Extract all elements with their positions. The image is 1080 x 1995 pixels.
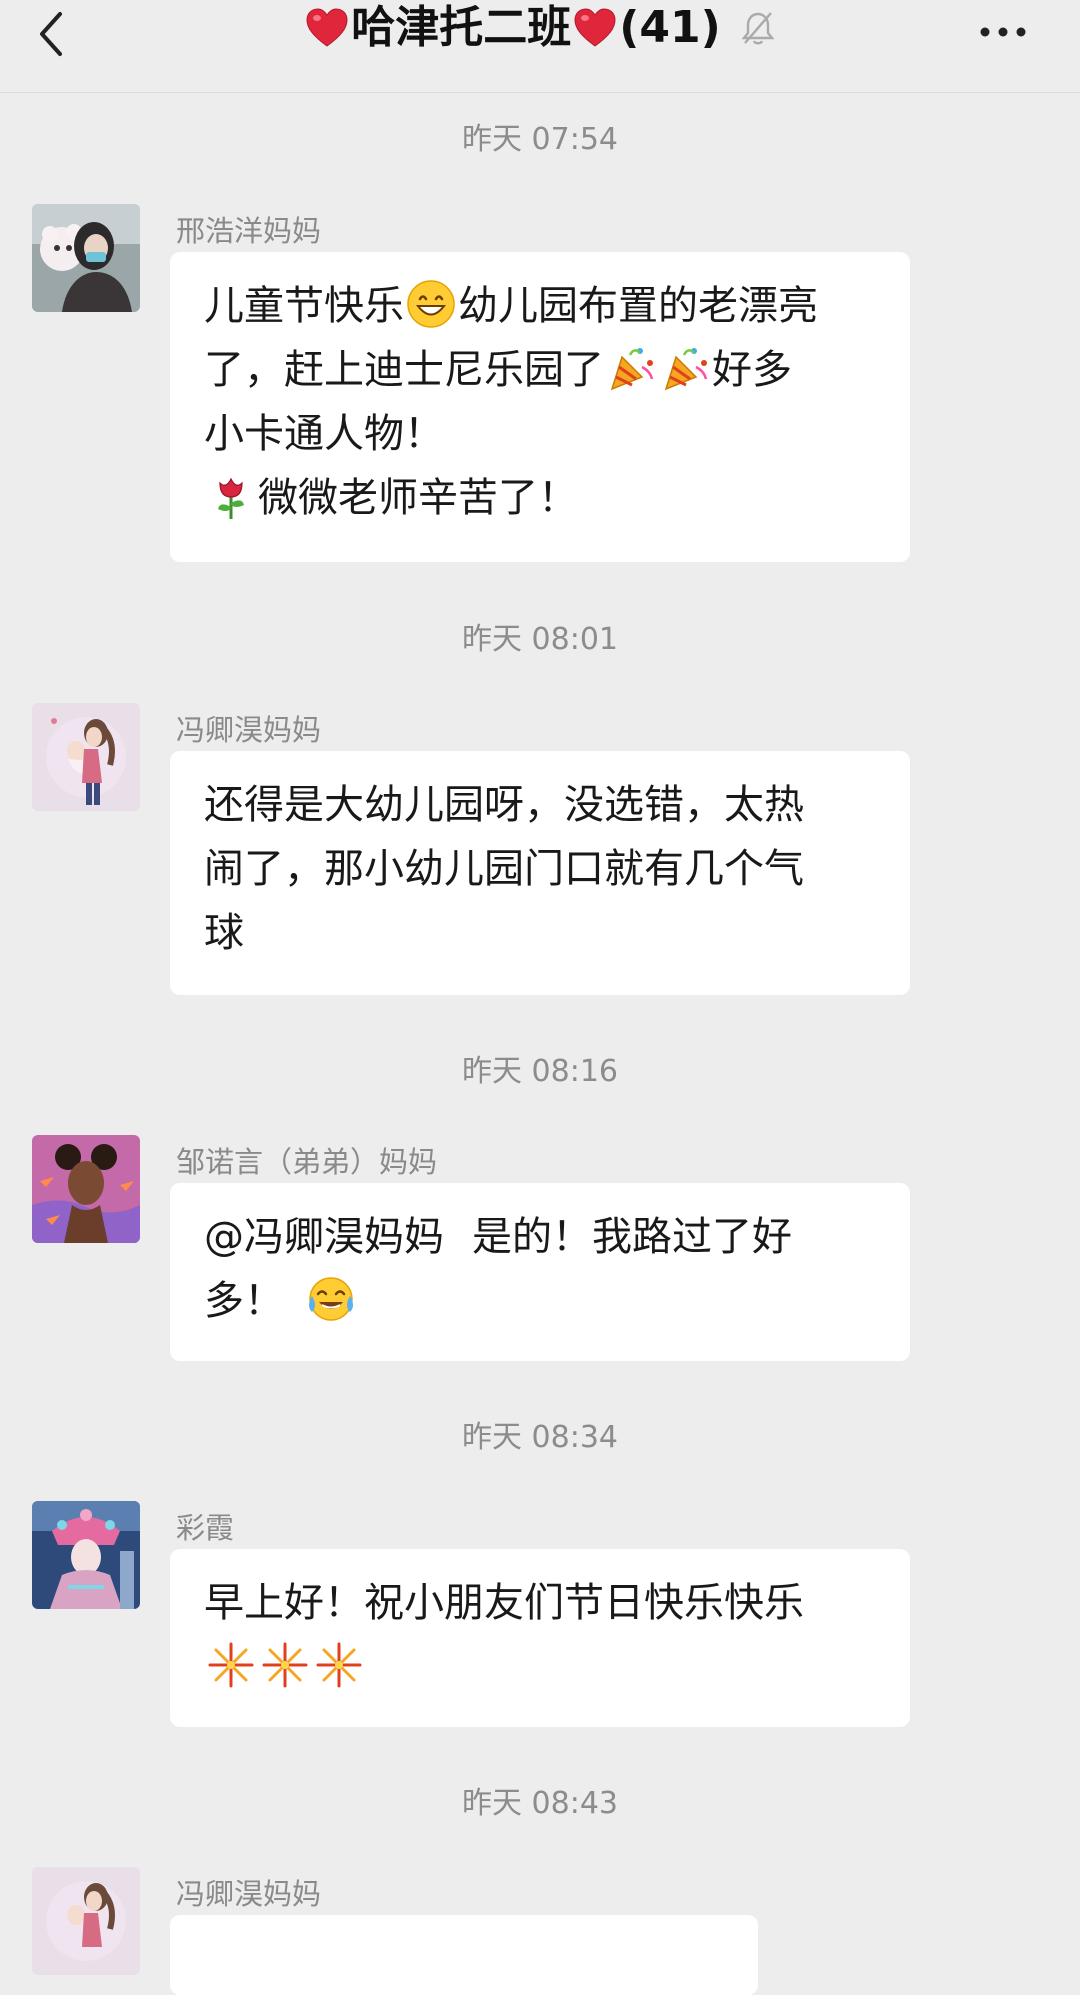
message-timestamp: 昨天 07:54	[462, 122, 618, 157]
message-timestamp: 昨天 08:34	[462, 1420, 618, 1455]
opera-costume-avatar	[32, 1501, 140, 1609]
avatar[interactable]	[32, 1867, 140, 1975]
illustrated-girl-avatar	[32, 1135, 140, 1243]
fireworks-emoji-icon	[262, 1642, 308, 1688]
fireworks-emoji-icon	[208, 1642, 254, 1688]
sender-name: 冯卿淏妈妈	[176, 1877, 322, 1911]
chat-header: 哈津托二班 (41)	[0, 0, 1080, 93]
heart-icon	[306, 8, 348, 47]
chat-title-bar: 哈津托二班 (41)	[0, 0, 1080, 60]
party-popper-emoji-icon	[610, 348, 654, 391]
mother-holding-baby-avatar	[32, 703, 140, 811]
mother-holding-baby-avatar	[32, 1867, 140, 1975]
member-count: (41)	[619, 2, 721, 53]
message-bubble[interactable]: 还得是大幼儿园呀，没选错，太热 闹了，那小幼儿园门口就有几个气 球	[170, 751, 910, 995]
grinning-face-emoji-icon	[407, 280, 455, 328]
rose-emoji-icon	[218, 477, 244, 519]
message-bubble[interactable]: 早上好！祝小朋友们节日快乐快乐	[170, 1549, 910, 1727]
message-text: 球	[204, 910, 244, 956]
avatar[interactable]	[32, 1135, 140, 1243]
tears-of-joy-emoji-icon	[309, 1277, 353, 1321]
heart-icon	[574, 8, 616, 47]
avatar[interactable]	[32, 703, 140, 811]
message-bubble[interactable]: @冯卿淏妈妈 是的！我路过了好 多！	[170, 1183, 910, 1361]
avatar[interactable]	[32, 204, 140, 312]
sender-name: 邹诺言（弟弟）妈妈	[176, 1145, 438, 1179]
chat-title: 哈津托二班	[351, 2, 572, 53]
sender-name: 邢浩洋妈妈	[176, 214, 322, 248]
message-text: 还得是大幼儿园呀，没选错，太热	[204, 782, 804, 828]
message-timestamp: 昨天 08:16	[462, 1054, 618, 1089]
mention-text[interactable]: @冯卿淏妈妈	[204, 1214, 444, 1260]
message-text: 幼儿园布置的老漂亮	[458, 283, 818, 329]
message-text: 好多	[712, 347, 792, 393]
message-bubble[interactable]: 儿童节快乐 幼儿园布置的老漂亮 了，赶上迪士尼乐园了 好多 小卡通人物！ 微微老…	[170, 252, 910, 562]
fireworks-emoji-icon	[316, 1642, 362, 1688]
message-text: 多！	[204, 1278, 284, 1324]
mute-bell-icon	[741, 12, 775, 45]
message-text: 闹了，那小幼儿园门口就有几个气	[204, 846, 804, 892]
party-popper-emoji-icon	[664, 348, 708, 391]
message-text: 了，赶上迪士尼乐园了	[204, 347, 604, 393]
message-text: 微微老师辛苦了！	[258, 475, 578, 521]
woman-with-plush-toy-avatar	[32, 204, 140, 312]
message-bubble[interactable]	[170, 1915, 758, 1995]
more-dots-icon	[980, 27, 1026, 37]
sender-name: 彩霞	[176, 1511, 235, 1545]
sender-name: 冯卿淏妈妈	[176, 713, 322, 747]
message-timestamp: 昨天 08:43	[462, 1786, 618, 1821]
more-options-button[interactable]	[978, 12, 1028, 52]
message-text: 小卡通人物！	[204, 411, 444, 457]
avatar[interactable]	[32, 1501, 140, 1609]
message-text: 是的！我路过了好	[472, 1214, 792, 1260]
message-timestamp: 昨天 08:01	[462, 622, 618, 657]
message-text: 早上好！祝小朋友们节日快乐快乐	[204, 1580, 804, 1626]
message-text: 儿童节快乐	[204, 283, 404, 329]
